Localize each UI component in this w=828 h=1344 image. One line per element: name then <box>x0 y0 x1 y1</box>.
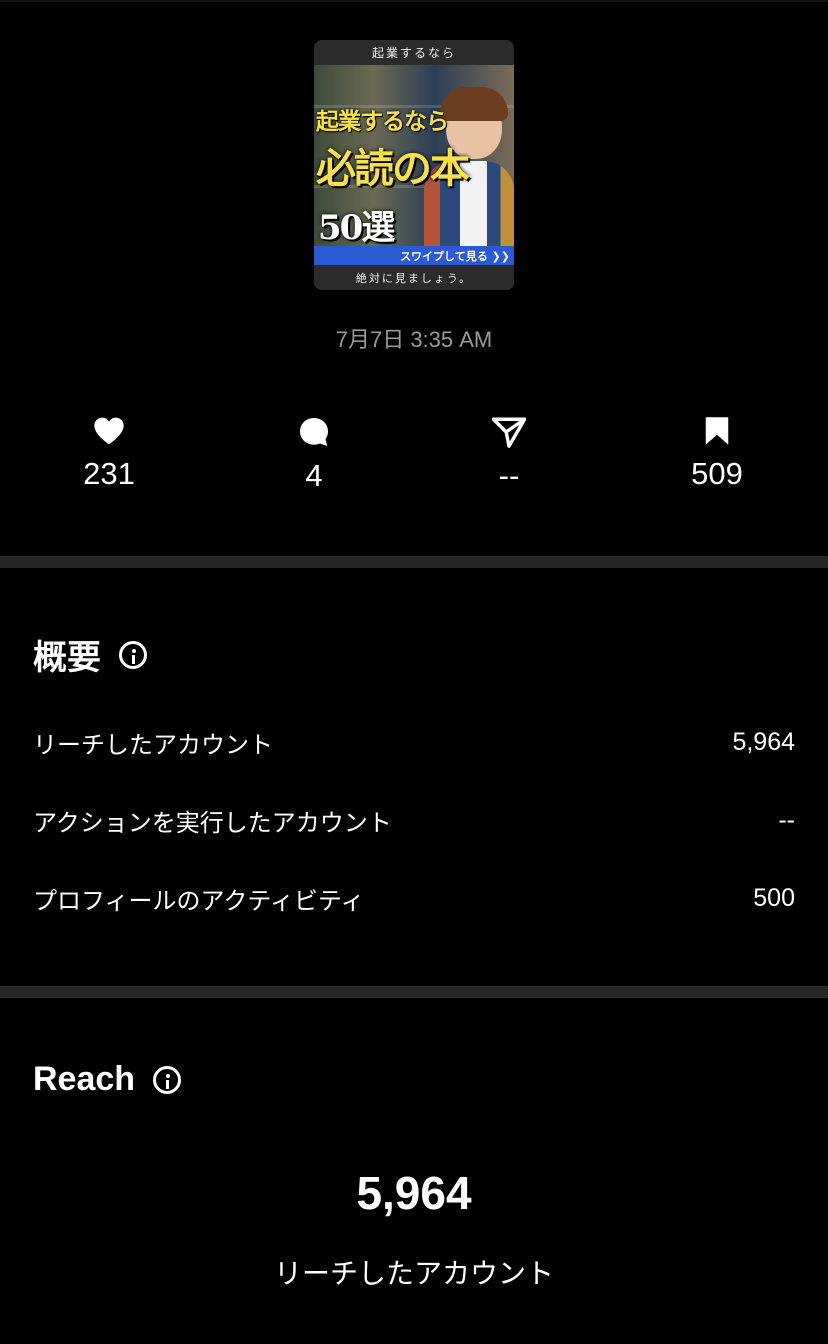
reach-value: 5,964 <box>356 1167 472 1219</box>
overview-row-label: リーチしたアカウント <box>33 730 273 759</box>
likes-count: 231 <box>83 456 135 491</box>
section-divider <box>0 556 828 568</box>
comment-icon <box>300 418 328 446</box>
thumbnail-bottom-banner: 絶対に見ましょう。 <box>314 265 514 290</box>
saves-stat: 509 <box>657 416 777 492</box>
shares-count: -- <box>498 458 520 493</box>
overview-row-value: -- <box>778 805 795 834</box>
bookmark-icon <box>705 417 729 445</box>
thumbnail-top-banner: 起業するなら <box>314 40 514 65</box>
overview-row-profile-activity[interactable]: プロフィールのアクティビティ 500 <box>33 878 795 918</box>
overview-row-reach[interactable]: リーチしたアカウント 5,964 <box>33 722 795 762</box>
reach-title: Reach <box>33 1060 136 1098</box>
info-icon[interactable] <box>119 640 147 669</box>
post-date: 7月7日 3:35 AM <box>335 327 493 352</box>
likes-stat: 231 <box>49 416 169 492</box>
overview-row-label: プロフィールのアクティビティ <box>33 886 365 915</box>
reach-header: Reach <box>33 1060 182 1099</box>
overview-row-value: 5,964 <box>732 727 795 756</box>
info-icon[interactable] <box>153 1065 182 1094</box>
comments-stat: 4 <box>254 416 374 494</box>
top-edge-line <box>0 0 828 2</box>
overview-row-value: 500 <box>753 883 795 912</box>
overview-header: 概要 <box>33 630 147 679</box>
comments-count: 4 <box>305 458 323 493</box>
person-hair <box>440 87 508 121</box>
section-divider <box>0 986 828 998</box>
thumbnail-headline-1: 起業するなら <box>316 108 449 135</box>
thumbnail-swipe-bar: スワイプして見る ❯❯ <box>314 246 514 265</box>
thumbnail-headline-3: 50選 <box>318 208 395 248</box>
thumbnail-headline-2: 必読の本 <box>316 145 470 192</box>
reach-label: リーチしたアカウント <box>273 1257 554 1290</box>
saves-count: 509 <box>691 456 743 491</box>
overview-title: 概要 <box>33 639 101 677</box>
heart-icon <box>94 417 124 445</box>
shares-stat: -- <box>449 416 569 494</box>
overview-row-label: アクションを実行したアカウント <box>33 808 392 837</box>
overview-row-actions[interactable]: アクションを実行したアカウント -- <box>33 800 795 840</box>
post-thumbnail[interactable]: 起業するなら 起業するなら 必読の本 50選 スワイプして見る ❯❯ 絶対に見ま… <box>314 40 514 290</box>
send-icon <box>492 417 526 448</box>
